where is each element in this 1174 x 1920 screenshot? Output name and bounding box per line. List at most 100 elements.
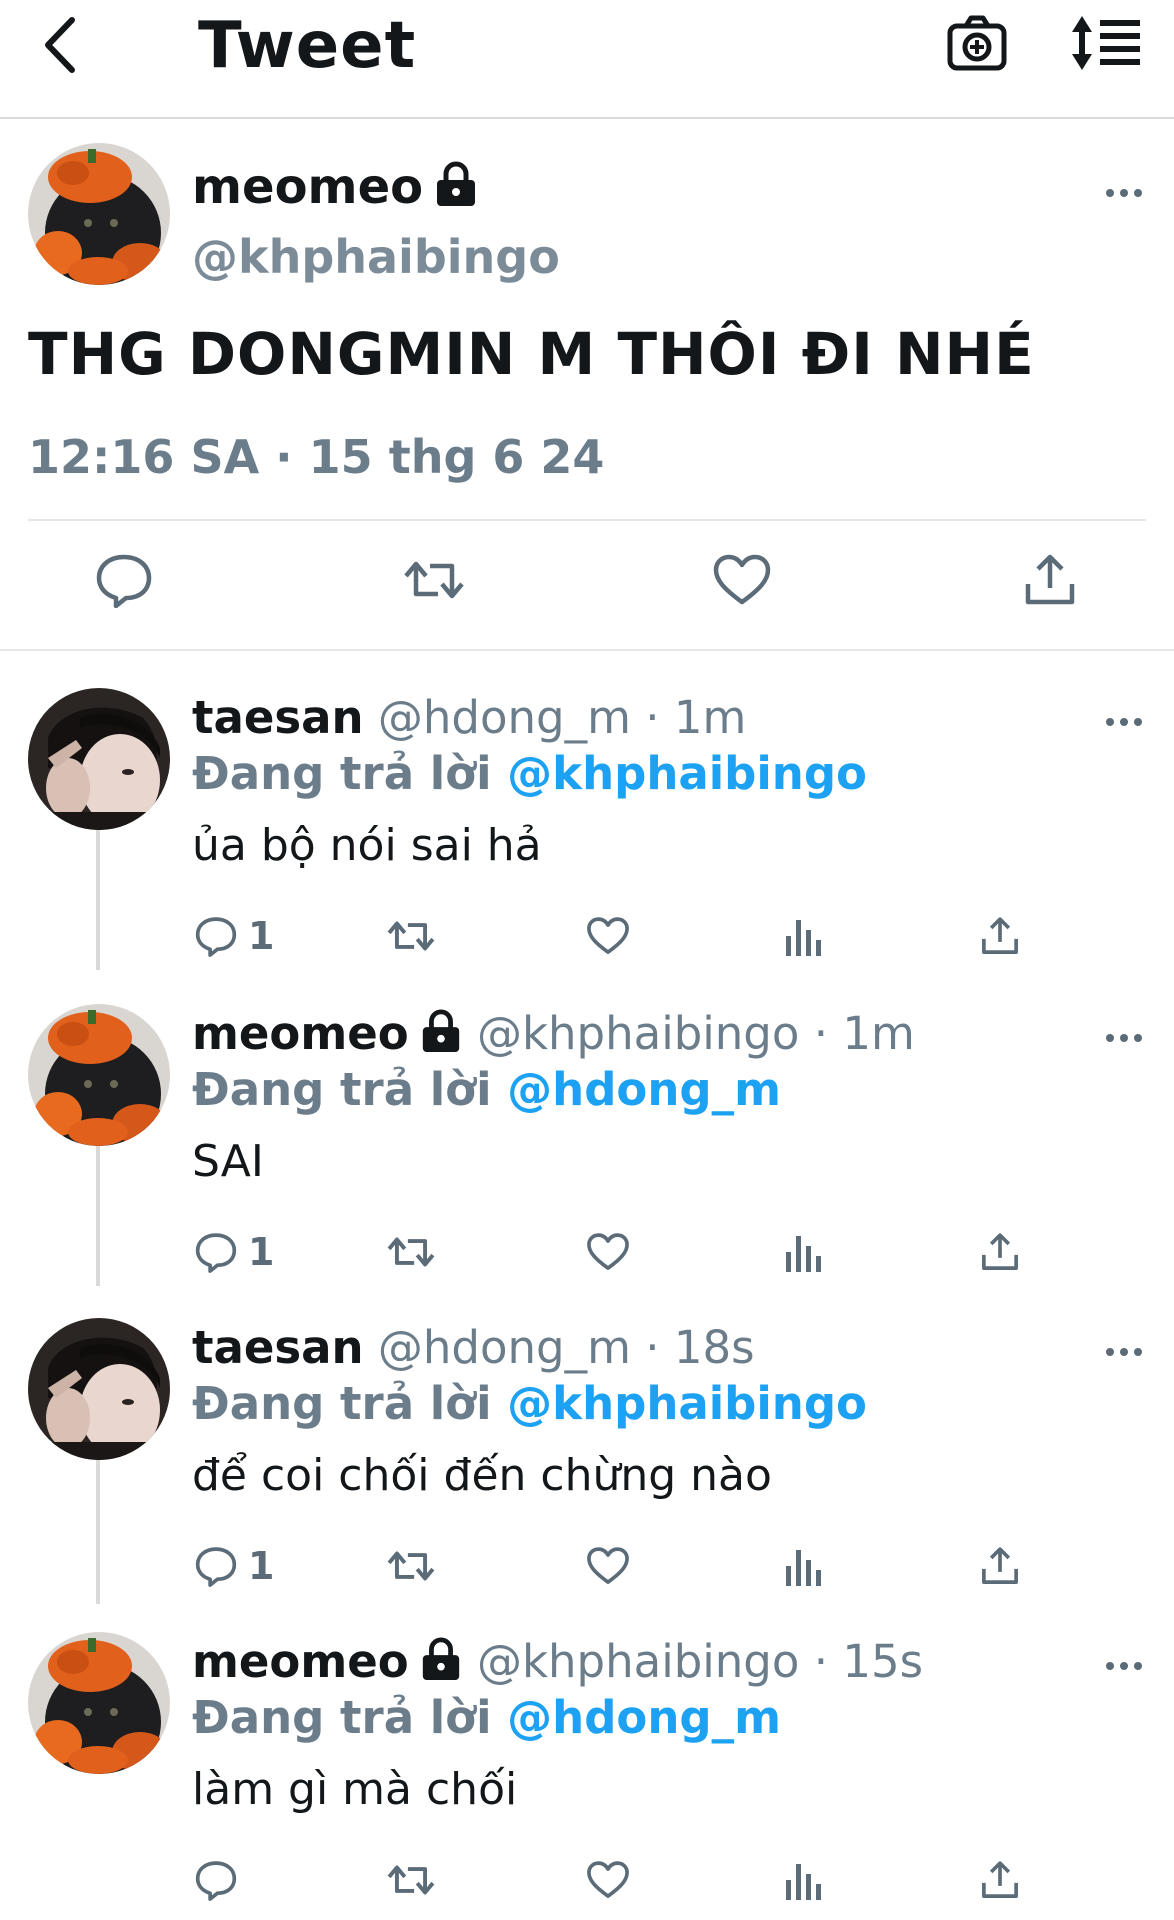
reply-text: làm gì mà chối bbox=[192, 1764, 518, 1815]
author-name[interactable]: meomeo bbox=[192, 1635, 409, 1688]
share-icon bbox=[982, 1233, 1018, 1270]
reply-icon bbox=[195, 1861, 237, 1901]
timestamp[interactable]: 1m bbox=[842, 1007, 914, 1060]
reply-tweet[interactable]: meomeo @khphaibingo · 15s Đang trả lời @… bbox=[0, 1632, 1174, 1920]
camera-button[interactable] bbox=[946, 12, 1008, 74]
more-button[interactable] bbox=[1104, 1028, 1144, 1048]
author-name-text: meomeo bbox=[192, 159, 424, 215]
analytics-button[interactable] bbox=[784, 910, 824, 962]
separator: · bbox=[799, 1635, 843, 1688]
reply-button[interactable]: 1 bbox=[194, 1540, 274, 1592]
sort-icon bbox=[1072, 16, 1140, 70]
reply-icon bbox=[195, 1547, 237, 1587]
avatar[interactable] bbox=[28, 1632, 170, 1774]
pumpkin-cat-avatar-icon bbox=[28, 1632, 170, 1774]
camera-plus-icon bbox=[947, 15, 1007, 71]
author-handle[interactable]: @khphaibingo bbox=[477, 1635, 799, 1688]
retweet-button[interactable] bbox=[386, 910, 436, 962]
like-icon bbox=[587, 1233, 629, 1270]
analytics-button[interactable] bbox=[784, 1540, 824, 1592]
like-button[interactable] bbox=[712, 552, 772, 608]
like-icon bbox=[587, 917, 629, 954]
lock-icon bbox=[422, 1637, 459, 1681]
more-icon bbox=[1106, 718, 1142, 726]
retweet-button[interactable] bbox=[386, 1854, 436, 1906]
retweet-icon bbox=[387, 1551, 435, 1581]
reply-count: 1 bbox=[248, 1544, 275, 1588]
author-handle[interactable]: @hdong_m bbox=[378, 1321, 631, 1374]
like-button[interactable] bbox=[586, 1226, 630, 1278]
analytics-button[interactable] bbox=[784, 1854, 824, 1906]
avatar[interactable] bbox=[28, 1318, 170, 1460]
timestamp[interactable]: 1m bbox=[674, 691, 746, 744]
pumpkin-cat-avatar-icon bbox=[28, 143, 170, 285]
more-icon bbox=[1106, 1348, 1142, 1356]
separator: · bbox=[630, 1321, 674, 1374]
page-title: Tweet bbox=[198, 9, 417, 83]
sort-button[interactable] bbox=[1070, 14, 1142, 72]
separator: · bbox=[799, 1007, 843, 1060]
share-icon bbox=[982, 917, 1018, 954]
pumpkin-cat-avatar-icon bbox=[28, 1004, 170, 1146]
retweet-button[interactable] bbox=[386, 1540, 436, 1592]
back-button[interactable] bbox=[38, 14, 86, 76]
reply-header: meomeo @khphaibingo · 1m bbox=[192, 1004, 915, 1064]
reply-button[interactable]: 1 bbox=[194, 1226, 274, 1278]
more-button[interactable] bbox=[1104, 1656, 1144, 1676]
more-button[interactable] bbox=[1104, 712, 1144, 732]
lock-icon bbox=[422, 1009, 459, 1053]
reply-text: ủa bộ nói sai hả bbox=[192, 820, 542, 871]
author-name[interactable]: taesan bbox=[192, 691, 364, 744]
reply-tweet[interactable]: taesan @hdong_m · 18s Đang trả lời @khph… bbox=[0, 1318, 1174, 1634]
analytics-button[interactable] bbox=[784, 1226, 824, 1278]
like-button[interactable] bbox=[586, 910, 630, 962]
like-button[interactable] bbox=[586, 1854, 630, 1906]
reply-button[interactable]: 1 bbox=[194, 910, 274, 962]
more-button[interactable] bbox=[1104, 1342, 1144, 1362]
divider bbox=[28, 519, 1146, 521]
author-handle[interactable]: @khphaibingo bbox=[477, 1007, 799, 1060]
share-button[interactable] bbox=[1020, 552, 1080, 608]
replying-to: Đang trả lời @hdong_m bbox=[192, 1060, 781, 1120]
author-handle[interactable]: @hdong_m bbox=[378, 691, 631, 744]
avatar[interactable] bbox=[28, 143, 170, 285]
mention-link[interactable]: @khphaibingo bbox=[507, 747, 867, 800]
timestamp[interactable]: 15s bbox=[842, 1635, 923, 1688]
share-button[interactable] bbox=[978, 1540, 1022, 1592]
retweet-icon bbox=[387, 1237, 435, 1267]
like-icon bbox=[713, 554, 771, 605]
author-name[interactable]: taesan bbox=[192, 1321, 364, 1374]
reply-count: 1 bbox=[248, 1230, 275, 1274]
timestamp[interactable]: 18s bbox=[674, 1321, 755, 1374]
share-button[interactable] bbox=[978, 1854, 1022, 1906]
reply-button[interactable] bbox=[94, 552, 154, 609]
replying-label: Đang trả lời bbox=[192, 1063, 508, 1116]
avatar[interactable] bbox=[28, 1004, 170, 1146]
share-button[interactable] bbox=[978, 1226, 1022, 1278]
retweet-button[interactable] bbox=[402, 552, 466, 608]
like-icon bbox=[587, 1547, 629, 1584]
tweet-timestamp[interactable]: 12:16 SA · 15 thg 6 24 bbox=[28, 429, 604, 485]
reply-button[interactable] bbox=[194, 1854, 248, 1906]
reply-icon bbox=[195, 1233, 237, 1273]
retweet-button[interactable] bbox=[386, 1226, 436, 1278]
retweet-icon bbox=[404, 561, 464, 599]
avatar[interactable] bbox=[28, 688, 170, 830]
reply-count: 1 bbox=[248, 914, 275, 958]
reply-tweet[interactable]: meomeo @khphaibingo · 1m Đang trả lời @h… bbox=[0, 1004, 1174, 1320]
more-icon bbox=[1106, 1034, 1142, 1042]
share-button[interactable] bbox=[978, 910, 1022, 962]
person-avatar-icon bbox=[28, 1318, 170, 1460]
mention-link[interactable]: @hdong_m bbox=[507, 1691, 781, 1744]
like-button[interactable] bbox=[586, 1540, 630, 1592]
mention-link[interactable]: @hdong_m bbox=[507, 1063, 781, 1116]
author-name[interactable]: meomeo bbox=[192, 1007, 409, 1060]
author-handle[interactable]: @khphaibingo bbox=[192, 229, 560, 285]
more-button[interactable] bbox=[1104, 183, 1144, 203]
reply-tweet[interactable]: taesan @hdong_m · 1m Đang trả lời @khpha… bbox=[0, 688, 1174, 1004]
author-name[interactable]: meomeo bbox=[192, 159, 479, 215]
replying-label: Đang trả lời bbox=[192, 747, 508, 800]
reply-header: taesan @hdong_m · 1m bbox=[192, 688, 746, 748]
analytics-icon bbox=[786, 1236, 821, 1272]
mention-link[interactable]: @khphaibingo bbox=[507, 1377, 867, 1430]
